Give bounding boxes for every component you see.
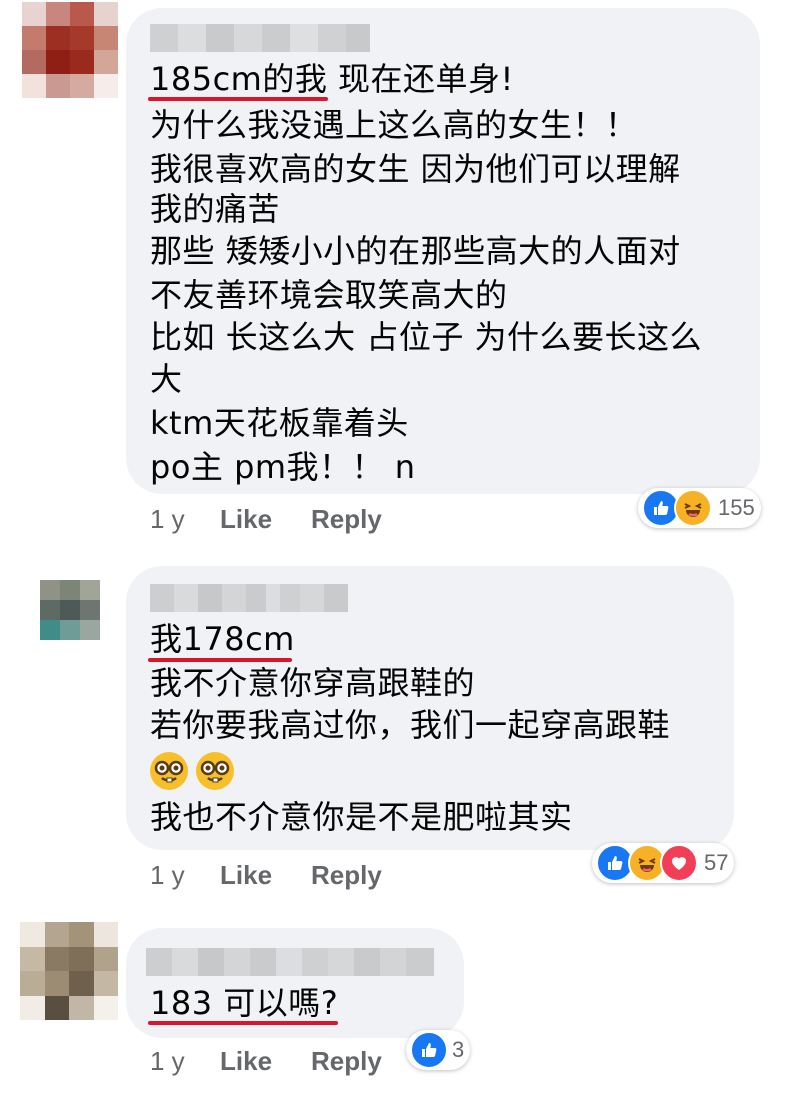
avatar[interactable] <box>22 2 118 98</box>
like-button[interactable]: Like <box>220 1046 272 1077</box>
comment-text-line: 为什么我没遇上这么高的女生！！ <box>150 106 638 144</box>
comment-text-line: 我不介意你穿高跟鞋的 <box>150 664 476 702</box>
reaction-count: 57 <box>704 850 729 875</box>
red-underline <box>148 97 328 101</box>
commenter-name-blurred[interactable] <box>146 948 434 976</box>
like-button[interactable]: Like <box>220 504 272 535</box>
reply-button[interactable]: Reply <box>311 1046 382 1077</box>
like-reaction-icon <box>410 1031 448 1069</box>
reaction-summary[interactable]: 57 <box>592 843 735 883</box>
love-reaction-icon <box>660 844 698 882</box>
avatar[interactable] <box>20 922 118 1020</box>
comment-text-line: 我178cm <box>150 620 295 658</box>
commenter-name-blurred[interactable] <box>150 24 370 52</box>
comment-text-line: po主 pm我！！ n <box>150 448 416 486</box>
timestamp[interactable]: 1 y <box>150 504 185 535</box>
nerd-face-emoji <box>196 752 234 790</box>
comment-text-line: 若你要我高过你，我们一起穿高跟鞋 <box>150 706 671 744</box>
reply-button[interactable]: Reply <box>311 860 382 891</box>
comment-text-line: 我的痛苦 <box>150 190 281 228</box>
comment-text-line: ktm天花板靠着头 <box>150 404 409 442</box>
comment-text-line: 我也不介意你是不是肥啦其实 <box>150 798 573 836</box>
reaction-count: 3 <box>452 1037 465 1062</box>
red-underline <box>148 1021 338 1025</box>
avatar[interactable] <box>40 580 100 640</box>
reaction-count: 155 <box>718 495 755 520</box>
timestamp[interactable]: 1 y <box>150 1046 185 1077</box>
comment-text-line: 我很喜欢高的女生 因为他们可以理解 <box>150 150 681 188</box>
comment-text-line: 183 可以嗎? <box>150 984 339 1022</box>
comment-text-line: 大 <box>150 360 183 398</box>
commenter-name-blurred[interactable] <box>150 584 348 612</box>
comment-text-line: 不友善环境会取笑高大的 <box>150 276 508 314</box>
nerd-face-emoji <box>150 752 188 790</box>
like-button[interactable]: Like <box>220 860 272 891</box>
comment-text-line: 那些 矮矮小小的在那些高大的人面对 <box>150 232 681 270</box>
reaction-summary[interactable]: 3 <box>406 1030 471 1070</box>
reply-button[interactable]: Reply <box>311 504 382 535</box>
comment-text-line: 比如 长这么大 占位子 为什么要长这么 <box>150 318 703 356</box>
comment-text-line: 185cm的我 现在还单身! <box>150 60 514 98</box>
haha-reaction-icon <box>674 489 712 527</box>
timestamp[interactable]: 1 y <box>150 860 185 891</box>
reaction-summary[interactable]: 155 <box>638 488 761 528</box>
